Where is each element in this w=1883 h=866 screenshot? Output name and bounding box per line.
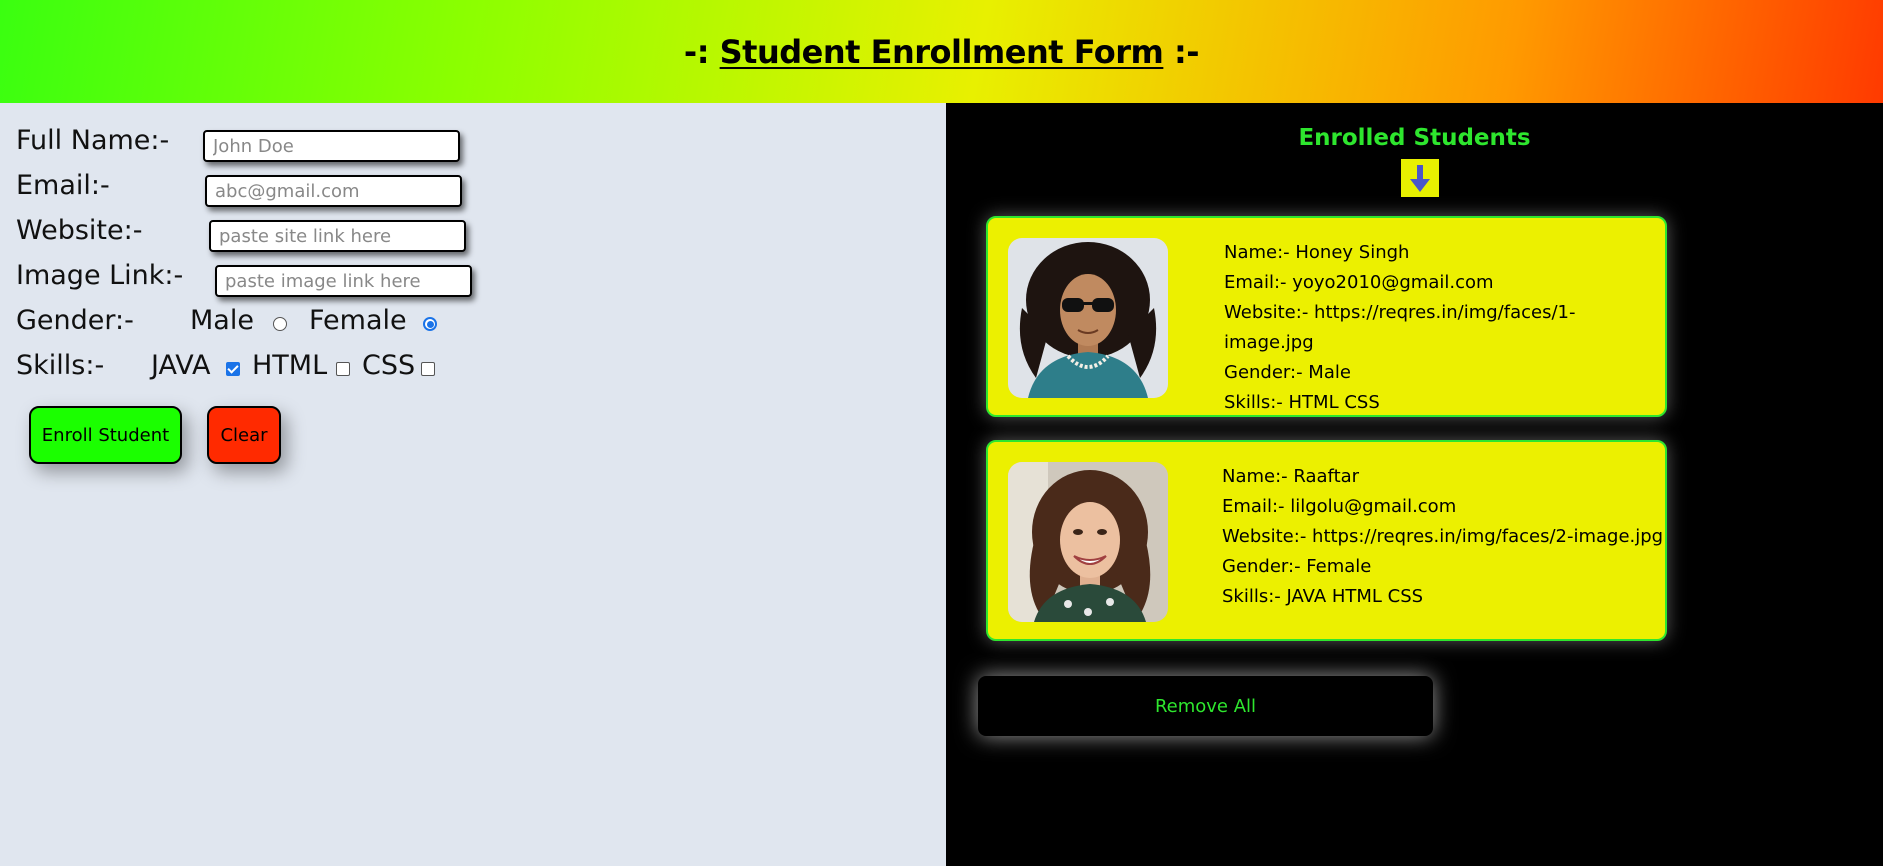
student-name: Name:- Honey Singh: [1224, 242, 1410, 263]
page-title: -: Student Enrollment Form :-: [683, 32, 1200, 71]
skill-html-checkbox[interactable]: [336, 362, 350, 376]
student-website: Website:- https://reqres.in/img/faces/1-…: [1224, 302, 1576, 353]
website-label: Website:-: [16, 215, 143, 246]
skill-css-label: CSS: [362, 350, 416, 381]
student-skills: Skills:- JAVA HTML CSS: [1222, 586, 1424, 607]
gender-female-label: Female: [309, 305, 407, 336]
student-skills: Skills:- HTML CSS: [1224, 392, 1380, 413]
student-email: Email:- lilgolu@gmail.com: [1222, 496, 1457, 517]
student-email: Email:- yoyo2010@gmail.com: [1224, 272, 1494, 293]
image-link-input[interactable]: [215, 265, 472, 297]
image-link-label: Image Link:-: [16, 260, 184, 291]
skills-label: Skills:-: [16, 350, 105, 381]
student-gender: Gender:- Female: [1222, 556, 1372, 577]
skill-css-checkbox[interactable]: [421, 362, 435, 376]
skill-java-label: JAVA: [151, 350, 211, 381]
student-info: Name:- Raaftar Email:- lilgolu@gmail.com…: [1222, 462, 1663, 612]
email-label: Email:-: [16, 170, 110, 201]
enrolled-students-title: Enrolled Students: [1298, 125, 1531, 151]
student-card: Name:- Raaftar Email:- lilgolu@gmail.com…: [986, 440, 1667, 641]
student-photo: [1008, 238, 1168, 398]
title-prefix: -:: [683, 32, 710, 71]
email-input[interactable]: [205, 175, 462, 207]
skill-java-checkbox[interactable]: [226, 362, 240, 376]
student-gender: Gender:- Male: [1224, 362, 1351, 383]
student-card: Name:- Honey Singh Email:- yoyo2010@gmai…: [986, 216, 1667, 417]
enroll-student-button[interactable]: Enroll Student: [29, 406, 182, 464]
full-name-label: Full Name:-: [16, 125, 170, 156]
header-banner: -: Student Enrollment Form :-: [0, 0, 1883, 103]
gender-female-radio[interactable]: [423, 317, 437, 331]
title-text: Student Enrollment Form: [719, 32, 1164, 71]
full-name-input[interactable]: [203, 130, 460, 162]
gender-label: Gender:-: [16, 305, 134, 336]
arrow-down-icon: [1401, 159, 1439, 197]
gender-male-radio[interactable]: [273, 317, 287, 331]
student-info: Name:- Honey Singh Email:- yoyo2010@gmai…: [1224, 238, 1665, 418]
enrolled-students-panel: Enrolled Students Name:- Honey Singh Ema…: [946, 103, 1883, 866]
student-website: Website:- https://reqres.in/img/faces/2-…: [1222, 526, 1664, 547]
student-photo: [1008, 462, 1168, 622]
gender-male-label: Male: [190, 305, 254, 336]
clear-button[interactable]: Clear: [207, 406, 281, 464]
skill-html-label: HTML: [252, 350, 328, 381]
website-input[interactable]: [209, 220, 466, 252]
student-name: Name:- Raaftar: [1222, 466, 1360, 487]
title-suffix: :-: [1174, 32, 1200, 71]
remove-all-button[interactable]: Remove All: [978, 676, 1433, 736]
